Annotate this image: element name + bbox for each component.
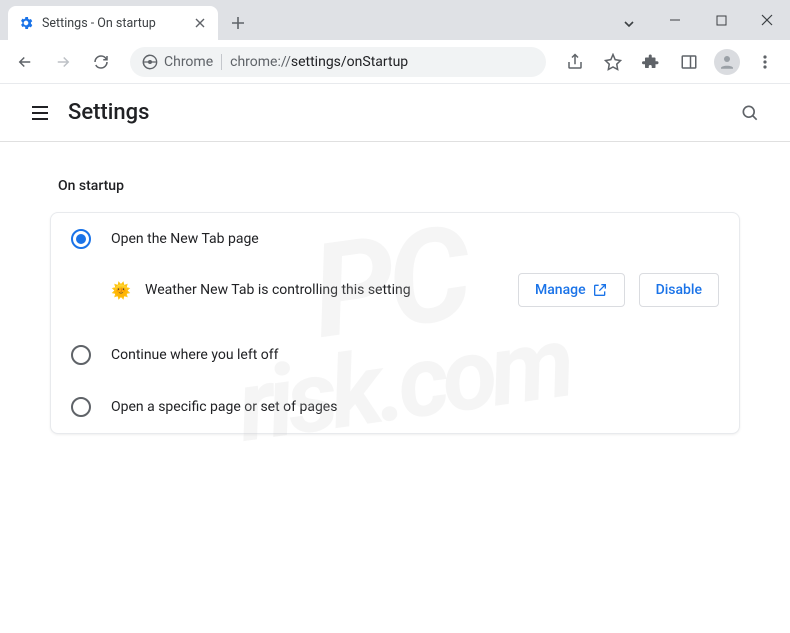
url-text: chrome://settings/onStartup <box>230 54 408 70</box>
option-specific-pages[interactable]: Open a specific page or set of pages <box>51 381 739 433</box>
manage-button[interactable]: Manage <box>518 273 625 307</box>
reload-button[interactable] <box>84 45 118 79</box>
hamburger-menu-button[interactable] <box>20 93 60 133</box>
settings-content: On startup Open the New Tab page 🌞 Weath… <box>0 142 790 458</box>
share-icon[interactable] <box>558 45 592 79</box>
disable-button[interactable]: Disable <box>639 273 719 307</box>
settings-header: Settings <box>0 84 790 142</box>
option-label: Continue where you left off <box>111 347 279 363</box>
startup-options-card: Open the New Tab page 🌞 Weather New Tab … <box>50 212 740 434</box>
extension-icon: 🌞 <box>111 280 131 300</box>
maximize-button[interactable] <box>698 4 744 36</box>
option-continue[interactable]: Continue where you left off <box>51 329 739 381</box>
option-new-tab[interactable]: Open the New Tab page <box>51 213 739 265</box>
sidepanel-icon[interactable] <box>672 45 706 79</box>
address-bar[interactable]: Chrome chrome://settings/onStartup <box>130 47 546 77</box>
radio-unselected-icon[interactable] <box>71 397 91 417</box>
page-title: Settings <box>68 100 149 125</box>
omnibox-divider <box>221 54 222 70</box>
secure-label: Chrome <box>164 54 213 70</box>
section-title: On startup <box>58 178 750 194</box>
bookmark-icon[interactable] <box>596 45 630 79</box>
minimize-button[interactable] <box>652 4 698 36</box>
extension-controlling-notice: 🌞 Weather New Tab is controlling this se… <box>51 265 739 329</box>
option-label: Open a specific page or set of pages <box>111 399 337 415</box>
browser-tab[interactable]: Settings - On startup <box>8 6 218 40</box>
window-controls <box>652 0 790 40</box>
site-info-icon[interactable]: Chrome <box>142 54 213 70</box>
menu-icon[interactable] <box>748 45 782 79</box>
tab-title: Settings - On startup <box>42 16 184 31</box>
search-button[interactable] <box>730 93 770 133</box>
back-button[interactable] <box>8 45 42 79</box>
new-tab-button[interactable] <box>224 9 252 37</box>
external-link-icon <box>592 282 608 298</box>
browser-toolbar: Chrome chrome://settings/onStartup <box>0 40 790 84</box>
radio-unselected-icon[interactable] <box>71 345 91 365</box>
gear-icon <box>18 15 34 31</box>
window-titlebar: Settings - On startup <box>0 0 790 40</box>
radio-selected-icon[interactable] <box>71 229 91 249</box>
extension-notice-text: Weather New Tab is controlling this sett… <box>145 282 504 298</box>
close-icon[interactable] <box>192 15 208 31</box>
forward-button[interactable] <box>46 45 80 79</box>
extensions-icon[interactable] <box>634 45 668 79</box>
option-label: Open the New Tab page <box>111 231 259 247</box>
tab-search-button[interactable] <box>606 8 652 40</box>
close-window-button[interactable] <box>744 4 790 36</box>
profile-avatar[interactable] <box>710 45 744 79</box>
